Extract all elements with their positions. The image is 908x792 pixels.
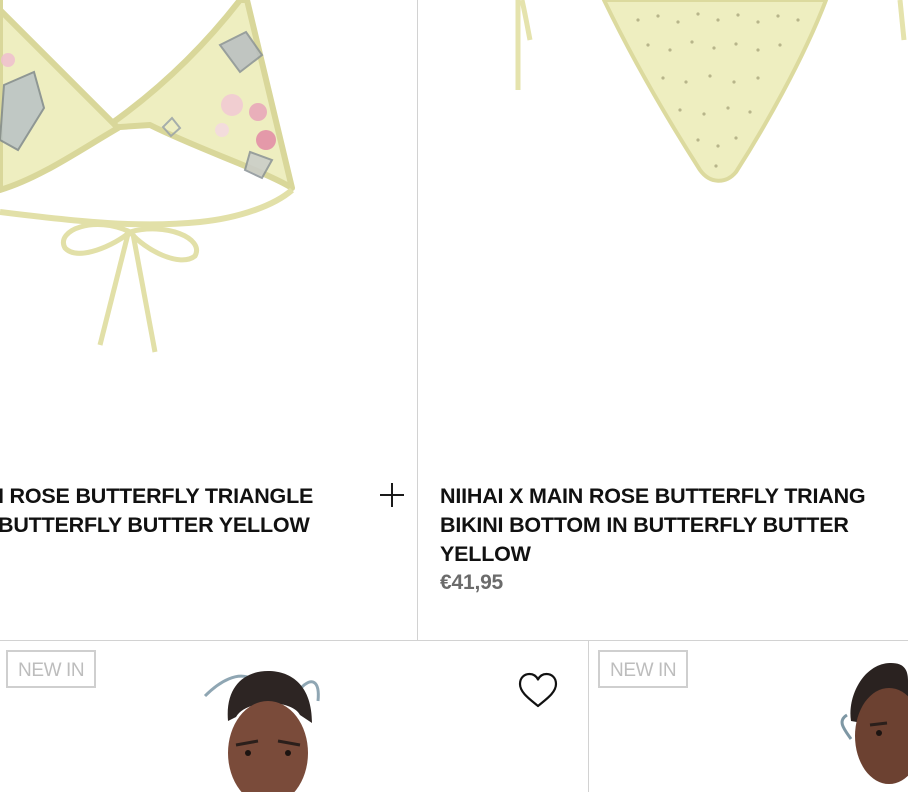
product-title-line-2[interactable]: BIKINI BOTTOM IN BUTTERFLY BUTTER: [440, 511, 849, 540]
product-card-bikini-bottom[interactable]: NIIHAI X MAIN ROSE BUTTERFLY TRIANG BIKI…: [418, 0, 908, 640]
product-card-model-left[interactable]: NEW IN: [0, 641, 588, 792]
product-title-line-2[interactable]: BUTTERFLY BUTTER YELLOW: [0, 511, 310, 540]
add-to-cart-button[interactable]: [377, 480, 407, 510]
plus-icon: [380, 483, 404, 507]
product-price: €41,95: [440, 571, 504, 594]
product-card-bikini-top[interactable]: I ROSE BUTTERFLY TRIANGLE BUTTERFLY BUTT…: [0, 0, 417, 640]
product-title-line-1[interactable]: I ROSE BUTTERFLY TRIANGLE: [0, 482, 313, 511]
wishlist-button[interactable]: [516, 669, 560, 713]
product-title-line-1[interactable]: NIIHAI X MAIN ROSE BUTTERFLY TRIANG: [440, 482, 866, 511]
product-image-model[interactable]: [0, 641, 588, 792]
product-title-line-3[interactable]: YELLOW: [440, 540, 531, 569]
product-image-model[interactable]: [589, 641, 908, 792]
product-image-bikini-top[interactable]: [0, 0, 417, 460]
product-image-bikini-bottom[interactable]: [418, 0, 908, 460]
heart-icon: [518, 672, 558, 708]
product-card-model-right[interactable]: NEW IN: [589, 641, 908, 792]
